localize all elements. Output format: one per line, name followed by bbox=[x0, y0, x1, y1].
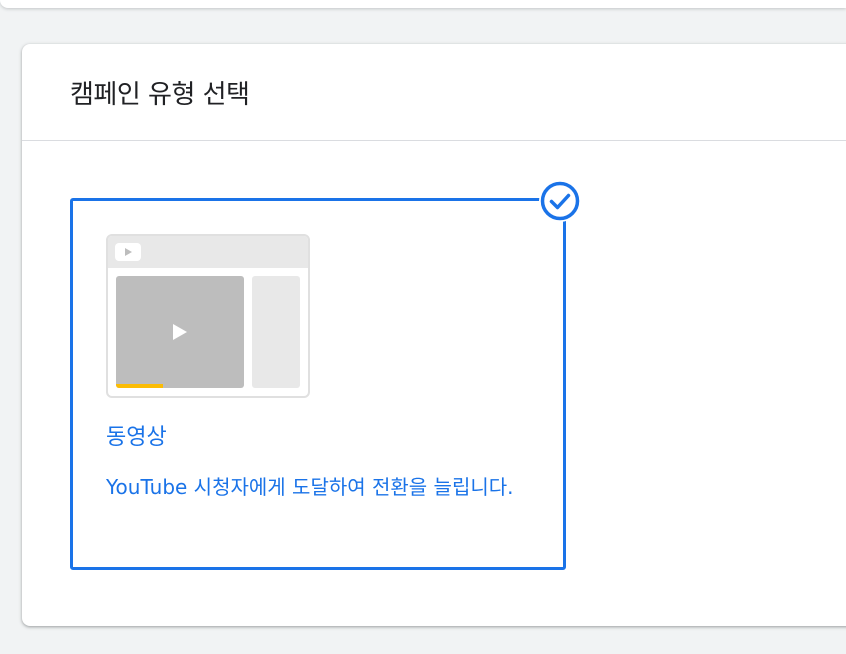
video-thumbnail-illustration bbox=[106, 234, 310, 398]
thumbnail-sidebar bbox=[252, 276, 300, 388]
campaign-type-card-video[interactable]: 동영상 YouTube 시청자에게 도달하여 전환을 늘립니다. bbox=[70, 198, 566, 570]
thumbnail-video-area bbox=[116, 276, 244, 388]
page-title: 캠페인 유형 선택 bbox=[70, 79, 250, 110]
campaign-type-title: 동영상 bbox=[106, 425, 167, 450]
previous-panel-edge bbox=[0, 0, 846, 8]
panel-header: 캠페인 유형 선택 bbox=[22, 44, 846, 141]
thumbnail-top-bar bbox=[108, 236, 308, 268]
check-circle-icon bbox=[539, 180, 581, 222]
campaign-type-description: YouTube 시청자에게 도달하여 전환을 늘립니다. bbox=[106, 475, 514, 499]
youtube-icon bbox=[115, 243, 141, 261]
thumbnail-progress-bar bbox=[116, 384, 164, 388]
campaign-type-panel: 캠페인 유형 선택 동영상 YouTube 시청자에게 도달하여 전환을 늘립니… bbox=[22, 44, 846, 626]
video-play-icon bbox=[173, 324, 187, 340]
